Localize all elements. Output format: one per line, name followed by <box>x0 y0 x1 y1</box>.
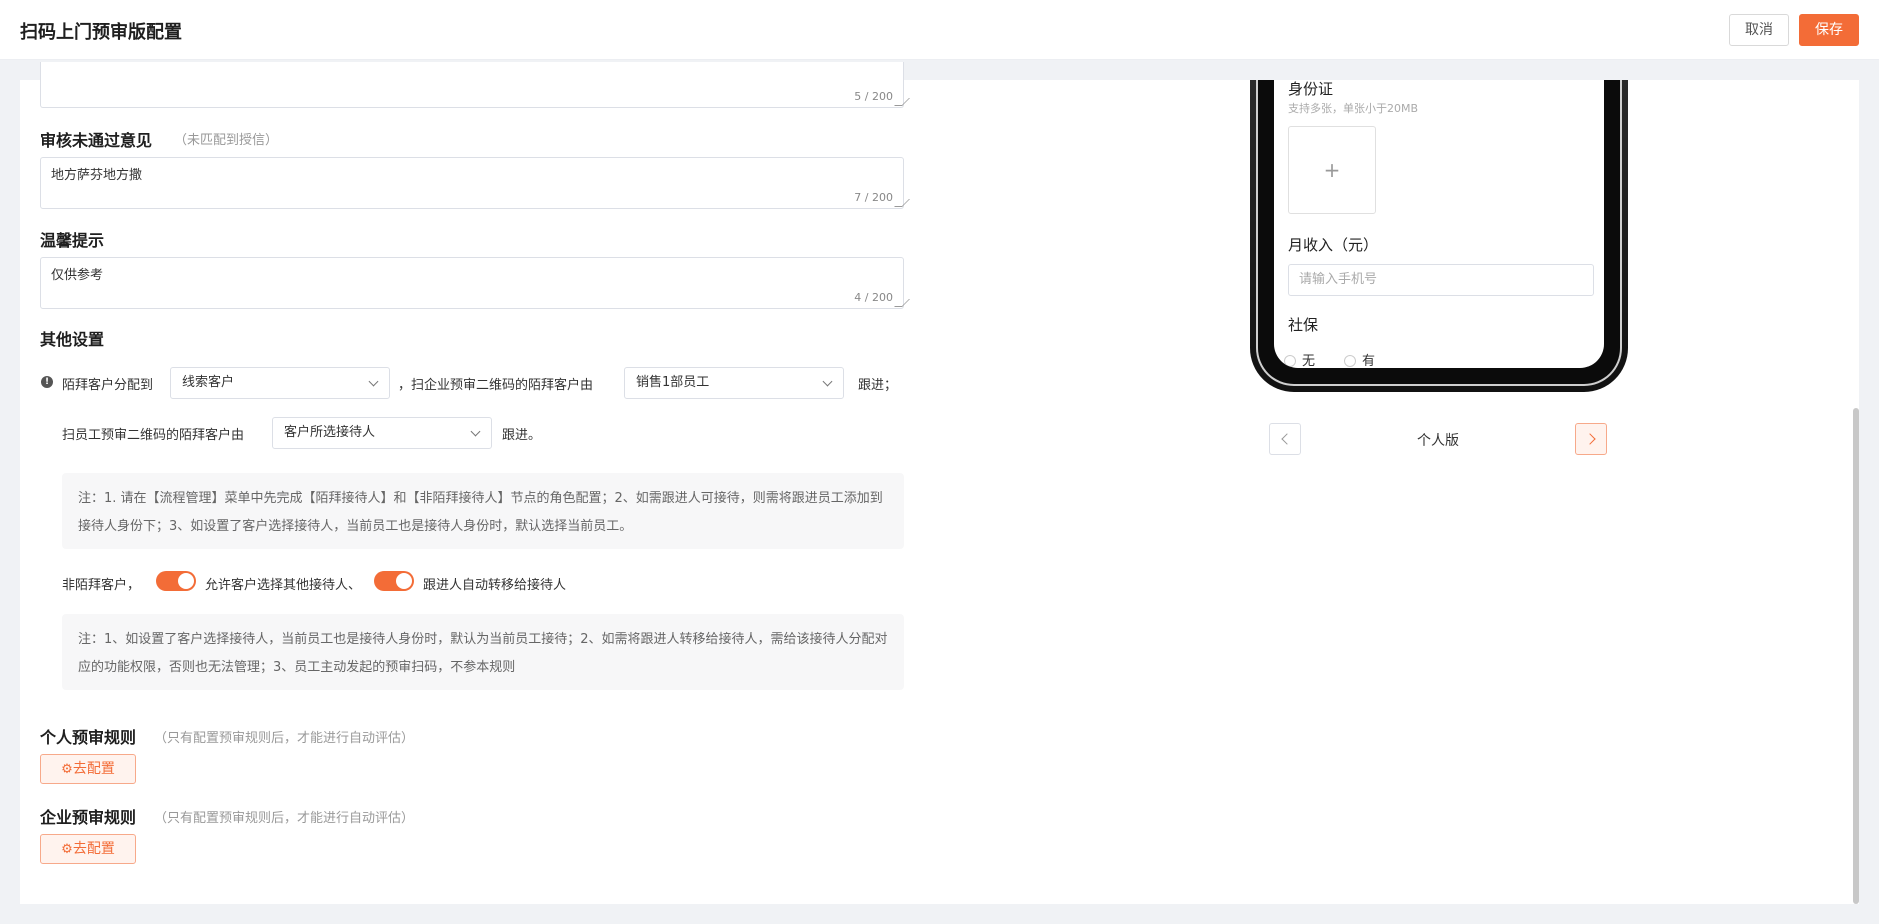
prev-button[interactable] <box>1269 423 1301 455</box>
personal-rule-hint: （只有配置预审规则后，才能进行自动评估） <box>154 731 415 746</box>
chevron-down-icon <box>368 376 379 387</box>
config-button-label: 去配置 <box>72 841 115 857</box>
plus-icon: + <box>1323 158 1341 182</box>
radio-circle <box>1284 355 1296 367</box>
allow-select-receptionist-toggle[interactable] <box>156 571 196 591</box>
upload-box[interactable]: + <box>1288 126 1376 214</box>
enterprise-rule-config-button[interactable]: ⚙去配置 <box>40 834 136 864</box>
id-card-label: 身份证 <box>1288 80 1334 98</box>
stranger-assign-label: 陌拜客户分配到 <box>62 378 154 393</box>
enterprise-rule-hint: （只有配置预审规则后，才能进行自动评估） <box>154 811 415 826</box>
save-button[interactable]: 保存 <box>1799 14 1859 46</box>
auto-transfer-toggle[interactable] <box>374 571 414 591</box>
chevron-down-icon <box>470 426 481 437</box>
phone-screen[interactable]: 身份证 支持多张，单张小于20MB + 月收入（元） 请输入手机号 社保 无 有 <box>1274 80 1604 368</box>
info-icon: ! <box>41 376 53 388</box>
note-box-2: 注：1、如设置了客户选择接待人，当前员工也是接待人身份时，默认为当前员工接待；2… <box>62 614 904 690</box>
id-card-hint: 支持多张，单张小于20MB <box>1288 102 1419 115</box>
page-title: 扫码上门预审版配置 <box>20 22 182 43</box>
reject-opinion-label: 审核未通过意见 <box>40 131 153 150</box>
enterprise-qr-select[interactable]: 销售1部员工 <box>624 367 844 399</box>
char-count: 7 / 200 <box>854 191 893 204</box>
radio-yes-label: 有 <box>1362 354 1376 368</box>
chevron-left-icon <box>1281 433 1293 445</box>
phone-frame: 身份证 支持多张，单张小于20MB + 月收入（元） 请输入手机号 社保 无 有 <box>1256 80 1622 386</box>
warm-tip-label: 温馨提示 <box>40 231 105 250</box>
char-count: 5 / 200 <box>854 90 893 103</box>
stranger-assign-select[interactable]: 线索客户 <box>170 367 390 399</box>
non-stranger-label: 非陌拜客户， <box>62 578 141 593</box>
employee-qr-select[interactable]: 客户所选接待人 <box>272 417 492 449</box>
toggle1-label: 允许客户选择其他接待人、 <box>205 578 362 593</box>
radio-circle <box>1344 355 1356 367</box>
gear-icon: ⚙ <box>61 842 73 857</box>
gear-icon: ⚙ <box>61 762 73 777</box>
enterprise-qr-label: ，扫企业预审二维码的陌拜客户由 <box>398 378 594 393</box>
previous-textarea[interactable]: 5 / 200 <box>40 62 910 108</box>
note-box-1: 注：1. 请在【流程管理】菜单中先完成【陌拜接待人】和【非陌拜接待人】节点的角色… <box>62 473 904 549</box>
page-header: 扫码上门预审版配置 取消 保存 <box>0 0 1879 60</box>
income-input[interactable]: 请输入手机号 <box>1288 264 1594 296</box>
cancel-button[interactable]: 取消 <box>1729 14 1789 46</box>
reject-opinion-textarea[interactable]: 地方萨芬地方撒 7 / 200 <box>40 157 910 209</box>
char-count: 4 / 200 <box>854 291 893 304</box>
warm-tip-value: 仅供参考 <box>51 268 104 283</box>
personal-rule-config-button[interactable]: ⚙去配置 <box>40 754 136 784</box>
radio-no-label: 无 <box>1302 354 1316 368</box>
social-security-label: 社保 <box>1288 316 1319 334</box>
phone-preview: 身份证 支持多张，单张小于20MB + 月收入（元） 请输入手机号 社保 无 有 <box>1250 80 1628 392</box>
enterprise-rule-label: 企业预审规则 <box>40 808 137 827</box>
chevron-down-icon <box>822 376 833 387</box>
income-label: 月收入（元） <box>1288 236 1379 254</box>
employee-qr-value: 客户所选接待人 <box>284 425 376 440</box>
warm-tip-textarea[interactable]: 仅供参考 4 / 200 <box>40 257 910 309</box>
toggle-knob <box>178 573 194 589</box>
radio-no[interactable]: 无 <box>1284 350 1315 368</box>
follow-suffix-2: 跟进。 <box>502 428 542 443</box>
follow-suffix-1: 跟进； <box>858 378 898 393</box>
config-button-label: 去配置 <box>72 761 115 777</box>
toggle2-label: 跟进人自动转移给接待人 <box>423 578 567 593</box>
scrollbar[interactable] <box>1853 408 1859 904</box>
next-button[interactable] <box>1575 423 1607 455</box>
stranger-assign-value: 线索客户 <box>182 375 235 390</box>
other-settings-label: 其他设置 <box>40 330 105 349</box>
radio-yes[interactable]: 有 <box>1344 350 1375 368</box>
employee-qr-label: 扫员工预审二维码的陌拜客户由 <box>62 428 245 443</box>
personal-rule-label: 个人预审规则 <box>40 728 137 747</box>
reject-opinion-value: 地方萨芬地方撒 <box>51 168 143 183</box>
preview-version-label: 个人版 <box>1417 433 1459 449</box>
toggle-knob <box>396 573 412 589</box>
chevron-right-icon <box>1584 433 1596 445</box>
reject-opinion-hint: （未匹配到授信） <box>174 133 279 148</box>
enterprise-qr-value: 销售1部员工 <box>636 375 710 390</box>
